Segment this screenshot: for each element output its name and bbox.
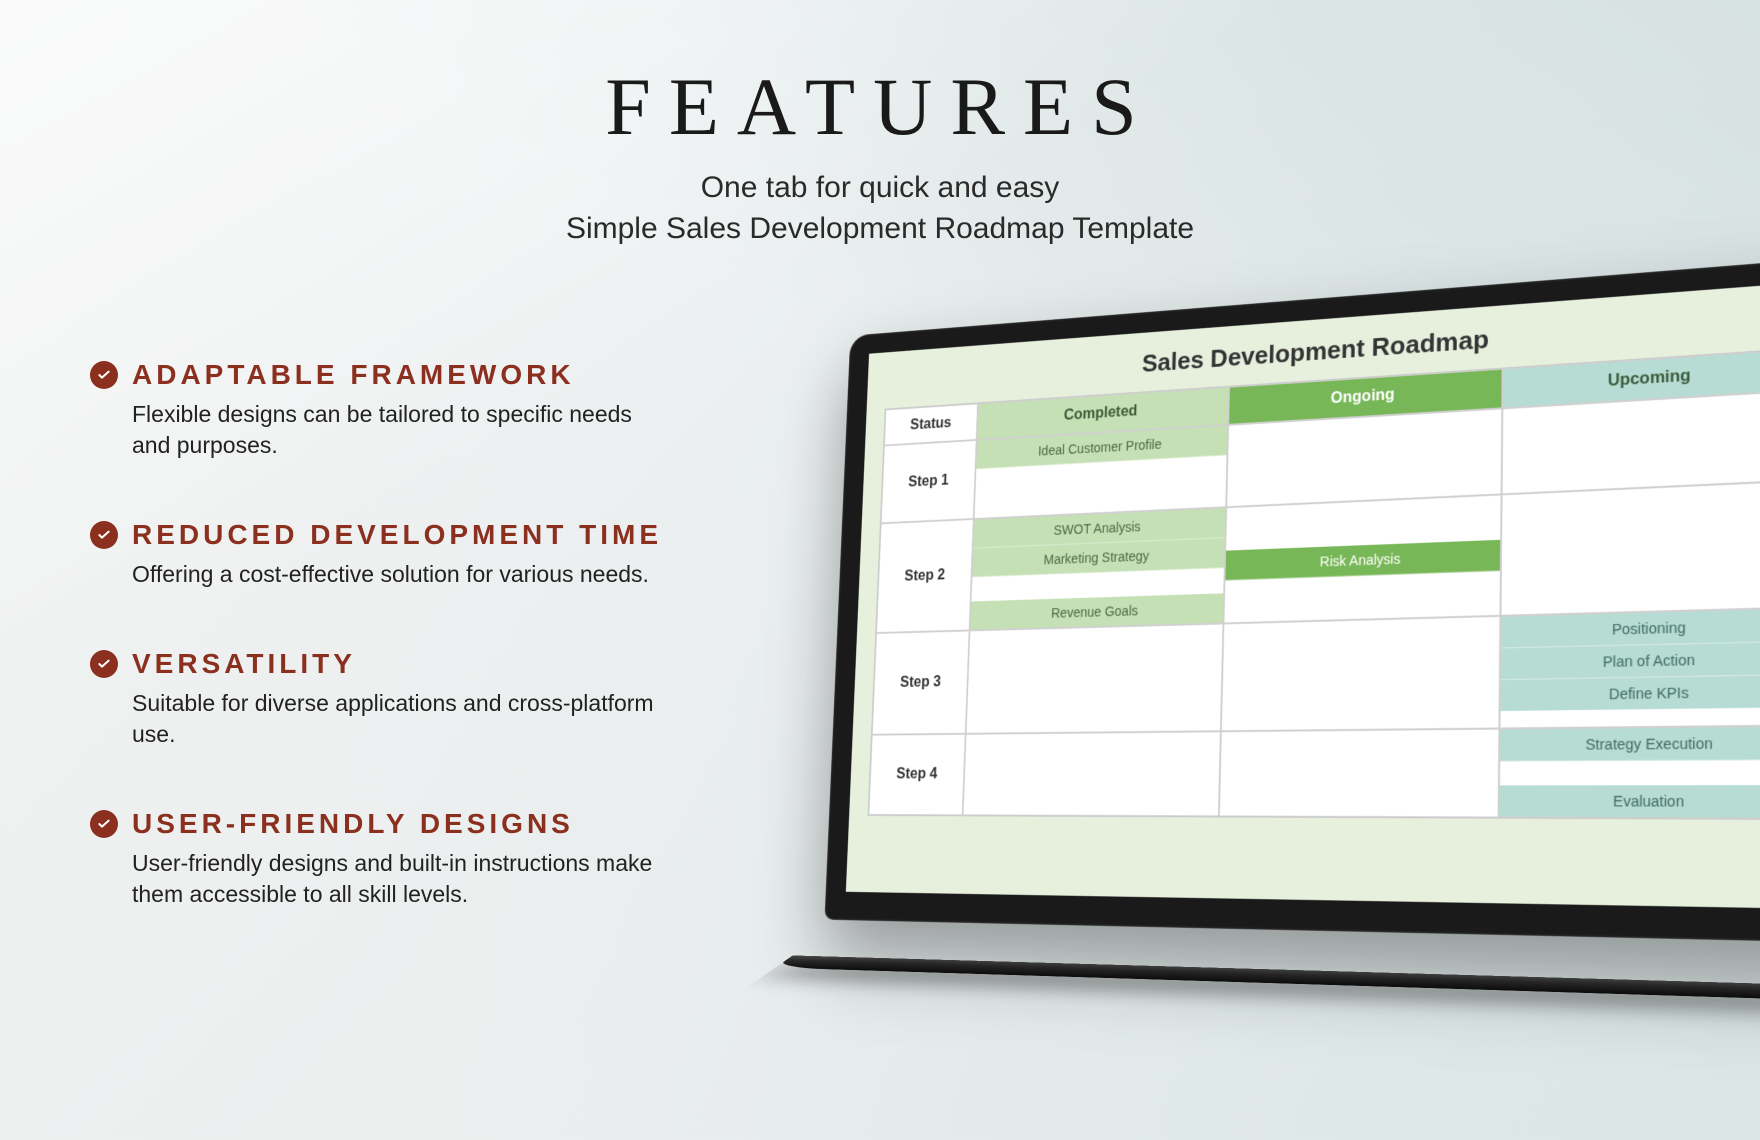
feature-item: VERSATILITY Suitable for diverse applica… <box>90 648 730 750</box>
roadmap: Sales Development Roadmap Status Complet… <box>846 281 1760 910</box>
feature-title: ADAPTABLE FRAMEWORK <box>132 359 575 391</box>
page-title: FEATURES <box>90 60 1670 154</box>
subtitle-line: One tab for quick and easy <box>90 168 1670 209</box>
subtitle-line: Simple Sales Development Roadmap Templat… <box>90 209 1670 250</box>
step-label: Step 4 <box>868 734 965 816</box>
col-header-upcoming: Upcoming <box>1502 349 1760 409</box>
task: Positioning <box>1501 609 1760 649</box>
feature-item: USER-FRIENDLY DESIGNS User-friendly desi… <box>90 808 730 910</box>
page: FEATURES One tab for quick and easy Simp… <box>0 0 1760 1140</box>
page-subtitle: One tab for quick and easy Simple Sales … <box>90 168 1670 249</box>
lane-ongoing <box>1226 408 1502 507</box>
task: Define KPIs <box>1501 675 1760 711</box>
lane-upcoming <box>1500 480 1760 615</box>
feature-list: ADAPTABLE FRAMEWORK Flexible designs can… <box>90 319 730 968</box>
feature-head: VERSATILITY <box>90 648 730 680</box>
header: FEATURES One tab for quick and easy Simp… <box>90 60 1670 249</box>
feature-title: VERSATILITY <box>132 648 356 680</box>
task: Plan of Action <box>1501 642 1760 680</box>
laptop-mockup: Sales Development Roadmap Status Complet… <box>790 319 1670 1039</box>
feature-title: REDUCED DEVELOPMENT TIME <box>132 519 662 551</box>
lane-ongoing: Risk Analysis <box>1223 494 1501 623</box>
feature-head: REDUCED DEVELOPMENT TIME <box>90 519 730 551</box>
feature-desc: User-friendly designs and built-in instr… <box>132 848 672 910</box>
table-row: Step 4 Strategy Execution Evaluation <box>868 726 1760 819</box>
lane-completed: Ideal Customer Profile <box>974 425 1228 519</box>
roadmap-table: Status Completed Ongoing Upcoming Step 1 <box>868 348 1760 820</box>
step-label: Step 3 <box>872 630 970 734</box>
lane-upcoming: Strategy Execution Evaluation <box>1499 726 1760 819</box>
laptop-base <box>775 955 1760 1003</box>
feature-desc: Offering a cost-effective solution for v… <box>132 559 672 590</box>
laptop-bezel: Sales Development Roadmap Status Complet… <box>824 256 1760 943</box>
step-label: Step 2 <box>876 519 974 633</box>
feature-item: REDUCED DEVELOPMENT TIME Offering a cost… <box>90 519 730 590</box>
check-circle-icon <box>90 650 118 678</box>
feature-item: ADAPTABLE FRAMEWORK Flexible designs can… <box>90 359 730 461</box>
laptop-screen: Sales Development Roadmap Status Complet… <box>846 281 1760 910</box>
check-circle-icon <box>90 810 118 838</box>
lane-ongoing <box>1221 616 1501 731</box>
lane-ongoing <box>1219 729 1500 818</box>
lane-upcoming <box>1502 390 1760 494</box>
col-header-status: Status <box>884 403 978 445</box>
feature-desc: Suitable for diverse applications and cr… <box>132 688 672 750</box>
lane-completed <box>963 731 1221 816</box>
feature-desc: Flexible designs can be tailored to spec… <box>132 399 672 461</box>
feature-title: USER-FRIENDLY DESIGNS <box>132 808 574 840</box>
task: Evaluation <box>1500 785 1760 818</box>
laptop: Sales Development Roadmap Status Complet… <box>822 256 1760 1010</box>
task: Strategy Execution <box>1500 727 1760 762</box>
feature-head: ADAPTABLE FRAMEWORK <box>90 359 730 391</box>
check-circle-icon <box>90 521 118 549</box>
lane-upcoming: Positioning Plan of Action Define KPIs <box>1499 607 1760 728</box>
lane-completed <box>966 623 1224 733</box>
lane-completed: SWOT Analysis Marketing Strategy Revenue… <box>970 507 1227 630</box>
content-row: ADAPTABLE FRAMEWORK Flexible designs can… <box>90 319 1670 1039</box>
feature-head: USER-FRIENDLY DESIGNS <box>90 808 730 840</box>
step-label: Step 1 <box>881 440 977 523</box>
check-circle-icon <box>90 361 118 389</box>
